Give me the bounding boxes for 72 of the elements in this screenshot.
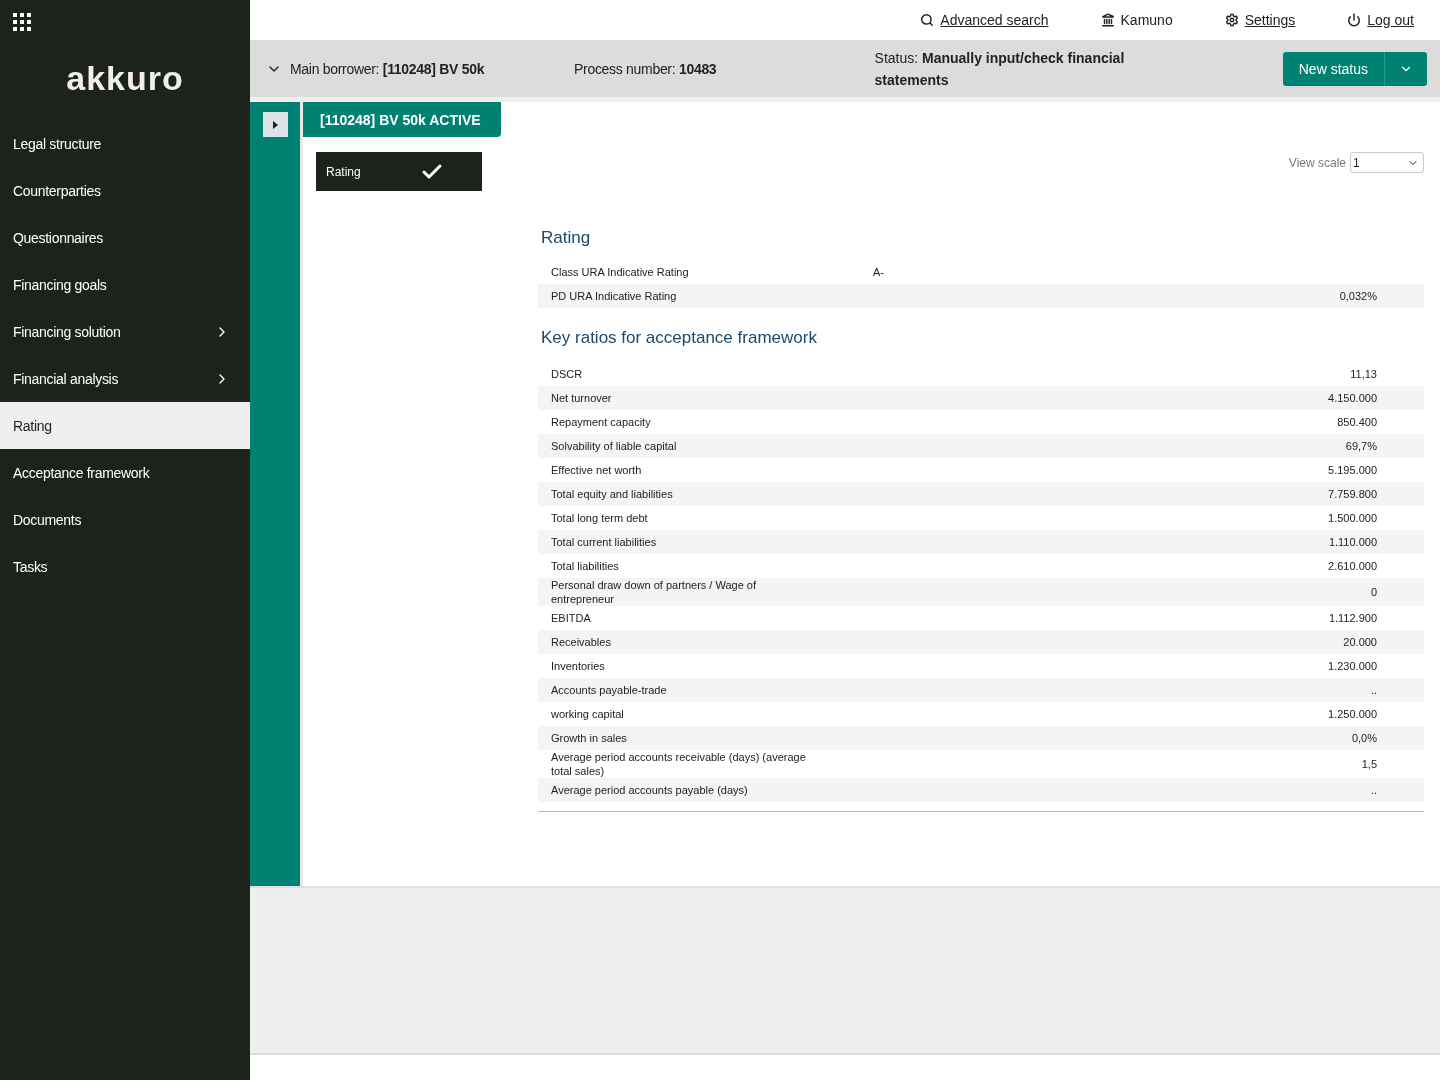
row-value: ..	[1370, 684, 1377, 696]
search-icon	[920, 13, 935, 27]
row-value: 20.000	[1343, 636, 1377, 648]
row-value: 11,13	[1350, 368, 1377, 380]
top-label[interactable]: Kamuno	[1100, 12, 1173, 28]
row-label: Personal draw down of partners / Wage of entrepreneur	[551, 578, 758, 606]
row-value: 7.759.800	[1328, 488, 1377, 500]
top-link[interactable]: Settings	[1224, 12, 1296, 28]
process-number-text: Process number: 10483	[574, 60, 717, 77]
row-value: 1.250.000	[1328, 708, 1377, 720]
row-label: DSCR	[551, 367, 584, 381]
row-label: Total liabilities	[551, 559, 620, 573]
row-label: Net turnover	[551, 391, 613, 405]
row-label: working capital	[551, 707, 625, 721]
row-label: Average period accounts receivable (days) (average total sales)	[551, 750, 807, 778]
sidebar-item[interactable]: Rating	[0, 402, 250, 449]
new-status-button[interactable]: New status	[1282, 51, 1427, 86]
row-label: Receivables	[551, 635, 612, 649]
sidebar-item[interactable]: Financing solution	[0, 308, 250, 355]
row-label: Accounts payable-trade	[551, 683, 668, 697]
row-label: Effective net worth	[551, 463, 643, 477]
row-value: 850.400	[1337, 416, 1377, 428]
row-value: 1.112.900	[1328, 612, 1377, 624]
sidebar-item[interactable]: Tasks	[0, 543, 250, 590]
caret-right-icon	[272, 120, 278, 129]
row-label: Class URA Indicative Rating	[551, 265, 690, 279]
sidebar-item[interactable]: Acceptance framework	[0, 449, 250, 496]
row-label: Total equity and liabilities	[551, 487, 674, 501]
row-label: Total current liabilities	[551, 535, 658, 549]
rating-tab[interactable]: Rating	[316, 152, 482, 191]
row-value: 5.195.000	[1328, 464, 1377, 476]
row-value: 1.500.000	[1328, 512, 1377, 524]
row-label: PD URA Indicative Rating	[551, 289, 678, 303]
row-value: ..	[1370, 784, 1377, 796]
top-link[interactable]: Log out	[1347, 12, 1414, 28]
row-label: Repayment capacity	[551, 415, 652, 429]
settings-icon	[1224, 13, 1239, 27]
view-scale-label: View scale	[1288, 155, 1346, 170]
sidebar-item[interactable]: Documents	[0, 496, 250, 543]
bank-icon	[1100, 13, 1115, 27]
expand-button[interactable]	[262, 112, 288, 137]
sidebar-item[interactable]: Questionnaires	[0, 214, 250, 261]
row-value: 0,032%	[1339, 290, 1377, 302]
row-value: 2.610.000	[1328, 560, 1377, 572]
sidebar-item[interactable]: Financial analysis	[0, 355, 250, 402]
sidebar-item[interactable]: Legal structure	[0, 120, 250, 167]
new-status-button[interactable]: New status	[1282, 51, 1385, 86]
row-value: 4.150.000	[1328, 392, 1377, 404]
borrower-text: Main borrower: [110248] BV 50k	[290, 60, 486, 77]
row-label: Growth in sales	[551, 731, 628, 745]
section-title: Key ratios for acceptance framework	[541, 328, 818, 348]
row-value: 1.230.000	[1328, 660, 1377, 672]
section-title: Rating	[541, 228, 592, 248]
row-label: Total long term debt	[551, 511, 649, 525]
row-label: Inventories	[551, 659, 606, 673]
sidebar-item[interactable]: Counterparties	[0, 167, 250, 214]
row-value: A-	[872, 266, 885, 278]
entity-tab[interactable]: [110248] BV 50k ACTIVE	[303, 102, 501, 137]
logo: akkuro	[66, 59, 184, 98]
view-scale-select[interactable]: 1	[1350, 152, 1424, 173]
row-label: Average period accounts payable (days)	[551, 783, 749, 797]
row-value: 0	[1370, 586, 1377, 598]
status-text: Status: Manually input/check financial statements	[874, 48, 1125, 90]
row-label: EBITDA	[551, 611, 592, 625]
row-value: 69,7%	[1345, 440, 1377, 452]
row-label: Solvability of liable capital	[551, 439, 678, 453]
row-value: 0,0%	[1351, 732, 1377, 744]
row-value: 1.110.000	[1328, 536, 1377, 548]
power-icon	[1347, 13, 1362, 27]
top-link[interactable]: Advanced search	[920, 12, 1049, 28]
row-value: 1,5	[1361, 758, 1377, 770]
sidebar-item[interactable]: Financing goals	[0, 261, 250, 308]
